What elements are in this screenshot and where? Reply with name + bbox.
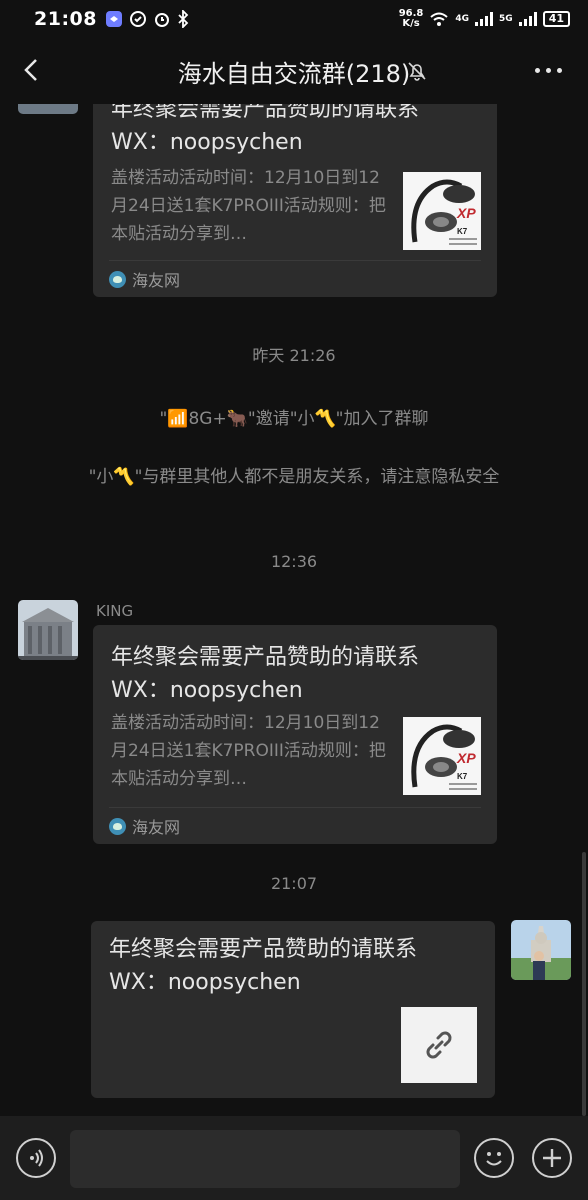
emoji-icon[interactable] (474, 1138, 514, 1178)
wifi-icon (430, 12, 449, 26)
app-notification-icon (105, 11, 122, 27)
link-icon (426, 1031, 452, 1059)
chat-header: 海水自由交流群(218) (0, 38, 588, 104)
bluetooth-icon (178, 10, 189, 28)
chat-title: 海水自由交流群(218) (177, 59, 411, 88)
more-functions-icon[interactable] (532, 1138, 572, 1178)
svg-text:XP: XP (456, 750, 476, 766)
alarm-icon (154, 13, 169, 27)
system-message-privacy: "小〽️"与群里其他人都不是朋友关系，请注意隐私安全 (88, 467, 500, 487)
card-title-line1: 年终聚会需要产品赞助的请联系 (111, 104, 420, 122)
signal1-label: 4G (455, 14, 470, 24)
status-notification-icons (105, 10, 189, 28)
svg-text:XP: XP (456, 205, 476, 221)
card-description: 盖楼活动活动时间：12月10日到12月24日送1套K7PROIII活动规则：把本… (111, 168, 386, 244)
card-title-line2: WX：noopsychen (111, 678, 303, 703)
card-divider (109, 807, 481, 808)
message-list[interactable]: 年终聚会需要产品赞助的请联系 WX：noopsychen 盖楼活动活动时间：12… (0, 104, 588, 1116)
status-right-icons: 96.8 K/s 4G 5G 41 (399, 9, 570, 29)
product-thumbnail: XP K7 (403, 172, 481, 250)
sender-avatar-king[interactable] (18, 600, 78, 660)
timestamp: 昨天 21:26 (252, 346, 336, 365)
input-bar (0, 1116, 588, 1200)
card-divider (109, 260, 481, 261)
status-bar: 21:08 96.8 K/s 4G 5G 41 (0, 0, 588, 38)
product-thumbnail: XP K7 (403, 717, 481, 795)
link-card-message[interactable]: 年终聚会需要产品赞助的请联系 WX：noopsychen 盖楼活动活动时间：12… (93, 625, 497, 844)
voice-input-icon[interactable] (16, 1138, 56, 1178)
person-avatar-image (511, 920, 571, 980)
card-source-label: 海友网 (132, 271, 181, 290)
network-speed: 96.8 K/s (399, 9, 424, 29)
scrollbar[interactable] (582, 852, 586, 1116)
card-title-line1: 年终聚会需要产品赞助的请联系 (109, 937, 418, 962)
timestamp: 12:36 (270, 552, 318, 571)
sender-avatar-partial[interactable] (18, 104, 78, 114)
more-options-icon[interactable] (535, 68, 562, 73)
thumb-model-label: K7 (457, 772, 468, 781)
haiyou-logo-icon (109, 270, 126, 288)
product-lamp-image: XP K7 (403, 717, 481, 795)
haiyou-logo-icon (109, 817, 126, 835)
sender-name: KING (96, 602, 134, 620)
card-title-line2: WX：noopsychen (109, 970, 301, 995)
shield-icon (129, 11, 146, 27)
product-lamp-image: XP K7 (403, 172, 481, 250)
status-time: 21:08 (34, 8, 97, 30)
thumb-model-label: K7 (457, 227, 468, 236)
card-source: 海友网 (109, 267, 180, 291)
signal-strength-icon-2 (518, 12, 537, 26)
card-title-line1: 年终聚会需要产品赞助的请联系 (111, 645, 420, 670)
own-link-message[interactable]: 年终聚会需要产品赞助的请联系 WX：noopsychen (91, 921, 495, 1098)
card-source-label: 海友网 (132, 818, 181, 837)
link-preview (401, 1007, 477, 1083)
message-input[interactable] (70, 1130, 460, 1188)
signal2-label: 5G (499, 14, 513, 24)
my-avatar[interactable] (511, 920, 571, 980)
system-message-invite: "📶8G+🐂"邀请"小〽️"加入了群聊 (159, 409, 429, 429)
timestamp: 21:07 (270, 874, 318, 893)
card-source: 海友网 (109, 814, 180, 838)
mute-bell-icon (408, 62, 426, 81)
link-card-message[interactable]: 年终聚会需要产品赞助的请联系 WX：noopsychen 盖楼活动活动时间：12… (93, 104, 497, 297)
network-speed-unit: K/s (402, 18, 420, 29)
signal-strength-icon (475, 12, 494, 26)
card-description: 盖楼活动活动时间：12月10日到12月24日送1套K7PROIII活动规则：把本… (111, 713, 386, 789)
building-avatar-image (18, 600, 78, 660)
battery-icon: 41 (542, 11, 570, 27)
card-title-line2: WX：noopsychen (111, 130, 303, 155)
